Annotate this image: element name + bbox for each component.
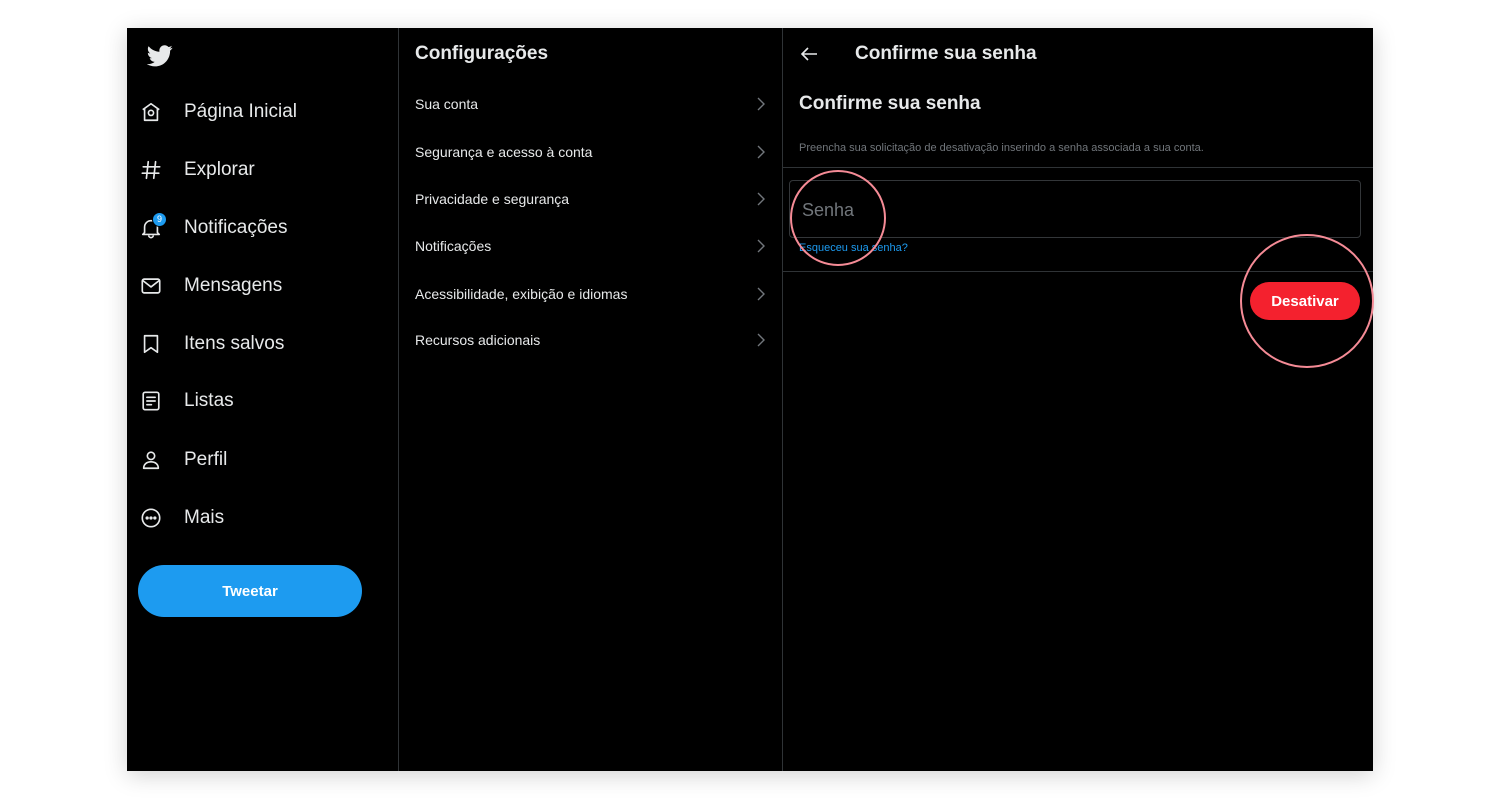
- settings-item-additional-resources[interactable]: Recursos adicionais: [399, 320, 782, 360]
- divider: [783, 167, 1373, 168]
- bookmark-icon: [138, 331, 164, 357]
- settings-item-label: Notificações: [415, 238, 492, 254]
- nav-label: Mais: [184, 507, 225, 528]
- chevron-right-icon: [757, 145, 765, 159]
- settings-item-label: Sua conta: [415, 96, 479, 112]
- deactivate-button[interactable]: Desativar: [1250, 282, 1360, 320]
- page-title: Confirme sua senha: [799, 93, 981, 114]
- nav-item-bookmarks[interactable]: Itens salvos: [138, 322, 284, 366]
- bell-icon: 9: [138, 212, 167, 241]
- twitter-bird-icon[interactable]: [147, 45, 173, 67]
- detail-column: Confirme sua senha Confirme sua senha Pr…: [783, 28, 1373, 771]
- hashtag-icon: [138, 157, 164, 183]
- nav-label: Itens salvos: [184, 333, 285, 354]
- nav-label: Listas: [184, 390, 234, 411]
- nav-label: Mensagens: [184, 275, 283, 296]
- settings-item-label: Segurança e acesso à conta: [415, 144, 593, 160]
- nav-item-lists[interactable]: Listas: [138, 379, 234, 423]
- password-input[interactable]: [800, 196, 1344, 224]
- chevron-right-icon: [757, 239, 765, 253]
- settings-item-notifications[interactable]: Notificações: [399, 226, 782, 266]
- chevron-right-icon: [757, 333, 765, 347]
- nav-label: Explorar: [184, 159, 255, 180]
- tweet-button[interactable]: Tweetar: [138, 565, 362, 617]
- settings-item-accessibility[interactable]: Acessibilidade, exibição e idiomas: [399, 274, 782, 314]
- settings-item-your-account[interactable]: Sua conta: [399, 84, 782, 124]
- back-arrow-icon[interactable]: [797, 42, 821, 66]
- settings-title: Configurações: [415, 43, 549, 64]
- settings-item-label: Recursos adicionais: [415, 332, 541, 348]
- chevron-right-icon: [757, 287, 765, 301]
- settings-item-security[interactable]: Segurança e acesso à conta: [399, 132, 782, 172]
- notification-badge: 9: [152, 212, 167, 227]
- nav-item-notifications[interactable]: 9 Notificações: [138, 206, 288, 250]
- nav-label: Notificações: [184, 217, 288, 238]
- nav-item-more[interactable]: Mais: [138, 496, 224, 540]
- nav-item-messages[interactable]: Mensagens: [138, 264, 282, 308]
- chevron-right-icon: [757, 97, 765, 111]
- chevron-right-icon: [757, 192, 765, 206]
- list-icon: [138, 388, 164, 414]
- password-field: [789, 180, 1361, 238]
- more-circle-icon: [138, 505, 164, 531]
- nav-item-explore[interactable]: Explorar: [138, 148, 255, 192]
- settings-item-label: Acessibilidade, exibição e idiomas: [415, 286, 628, 302]
- user-icon: [138, 447, 164, 473]
- forgot-password-link[interactable]: Esqueceu sua senha?: [799, 242, 908, 254]
- nav-item-home[interactable]: Página Inicial: [138, 90, 297, 134]
- left-nav: Página Inicial Explorar 9 Notificações M…: [127, 28, 399, 771]
- nav-label: Perfil: [184, 449, 228, 470]
- settings-item-label: Privacidade e segurança: [415, 191, 570, 207]
- nav-item-profile[interactable]: Perfil: [138, 438, 227, 482]
- nav-label: Página Inicial: [184, 101, 298, 122]
- header-title: Confirme sua senha: [855, 43, 1037, 64]
- settings-item-privacy[interactable]: Privacidade e segurança: [399, 179, 782, 219]
- app-window: Página Inicial Explorar 9 Notificações M…: [127, 28, 1373, 771]
- home-icon: [138, 99, 164, 125]
- description-text: Preencha sua solicitação de desativação …: [799, 142, 1204, 154]
- divider: [783, 271, 1373, 272]
- envelope-icon: [138, 273, 164, 299]
- settings-column: Configurações Sua conta Segurança e aces…: [399, 28, 783, 771]
